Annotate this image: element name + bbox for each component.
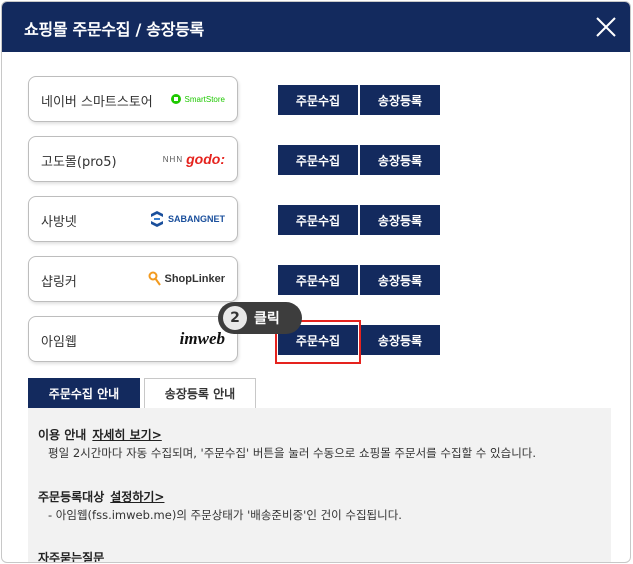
step-number-badge: 2 — [223, 306, 247, 330]
sabangnet-logo: SABANGNET — [150, 207, 225, 231]
sabangnet-icon — [150, 211, 163, 227]
mall-row-sabangnet: 사방넷 SABANGNET 주문수집 송장등록 — [28, 196, 448, 242]
mall-row-godo: 고도몰(pro5) NHN godo: 주문수집 송장등록 — [28, 136, 448, 182]
mall-logo-card: 고도몰(pro5) NHN godo: — [28, 136, 238, 182]
mall-name: 아임웹 — [41, 335, 77, 350]
step-callout: 2 클릭 — [218, 302, 302, 334]
godo-logo: NHN godo: — [163, 147, 225, 171]
target-settings-link[interactable]: 설정하기> — [110, 490, 164, 504]
collect-orders-button[interactable]: 주문수집 — [278, 145, 358, 175]
sabangnet-logo-text: SABANGNET — [167, 214, 225, 224]
mall-name: 샵링커 — [41, 275, 77, 290]
tab-ship-guide[interactable]: 송장등록 안내 — [144, 378, 256, 408]
usage-heading: 이용 안내 자세히 보기> — [38, 426, 162, 443]
mall-name: 고도몰(pro5) — [41, 155, 117, 170]
register-invoice-button[interactable]: 송장등록 — [360, 205, 440, 235]
register-invoice-button[interactable]: 송장등록 — [360, 265, 440, 295]
smartstore-icon — [170, 94, 181, 104]
collect-orders-button[interactable]: 주문수집 — [278, 85, 358, 115]
shoplinker-icon — [148, 271, 162, 286]
target-text: - 아임웹(fss.imweb.me)의 주문상태가 '배송준비중'인 건이 수… — [48, 508, 402, 522]
register-invoice-button[interactable]: 송장등록 — [360, 325, 440, 355]
collect-orders-button[interactable]: 주문수집 — [278, 265, 358, 295]
smartstore-logo-text: SmartStore — [184, 94, 225, 104]
mall-logo-card: 네이버 스마트스토어 SmartStore — [28, 76, 238, 122]
usage-detail-link[interactable]: 자세히 보기> — [92, 428, 161, 442]
guide-panel: 이용 안내 자세히 보기> 평일 2시간마다 자동 수집되며, '주문수집' 버튼… — [28, 408, 611, 563]
dialog: 쇼핑몰 주문수집 / 송장등록 네이버 스마트스토어 SmartStore 주문… — [1, 1, 631, 563]
tab-collect-guide[interactable]: 주문수집 안내 — [28, 378, 140, 408]
smartstore-logo: SmartStore — [170, 87, 225, 111]
mall-name: 네이버 스마트스토어 — [41, 95, 153, 110]
step-callout-text: 클릭 — [254, 311, 280, 327]
register-invoice-button[interactable]: 송장등록 — [360, 85, 440, 115]
usage-title: 이용 안내 — [38, 428, 87, 442]
mall-logo-card: 사방넷 SABANGNET — [28, 196, 238, 242]
mall-row-smartstore: 네이버 스마트스토어 SmartStore 주문수집 송장등록 — [28, 76, 448, 122]
faq-heading: 자주묻는질문 — [38, 551, 105, 563]
dialog-title: 쇼핑몰 주문수집 / 송장등록 — [24, 20, 204, 39]
imweb-logo-text: imweb — [179, 329, 225, 348]
mall-logo-card: 샵링커 ShopLinker — [28, 256, 238, 302]
register-invoice-button[interactable]: 송장등록 — [360, 145, 440, 175]
target-title: 주문등록대상 — [38, 490, 105, 504]
imweb-logo: imweb — [180, 327, 225, 351]
shoplinker-logo-text: ShopLinker — [164, 273, 225, 285]
dialog-header: 쇼핑몰 주문수집 / 송장등록 — [2, 2, 630, 52]
godo-logo-text: godo: — [186, 151, 225, 167]
mall-name: 사방넷 — [41, 215, 77, 230]
mall-row-shoplinker: 샵링커 ShopLinker 주문수집 송장등록 — [28, 256, 448, 302]
close-icon[interactable] — [594, 15, 618, 39]
collect-orders-button[interactable]: 주문수집 — [278, 205, 358, 235]
usage-text: 평일 2시간마다 자동 수집되며, '주문수집' 버튼을 눌러 수동으로 쇼핑몰… — [48, 446, 537, 460]
target-heading: 주문등록대상 설정하기> — [38, 488, 164, 505]
godo-logo-prefix: NHN — [162, 154, 184, 164]
shoplinker-logo: ShopLinker — [148, 267, 225, 291]
mall-logo-card: 아임웹 imweb — [28, 316, 238, 362]
